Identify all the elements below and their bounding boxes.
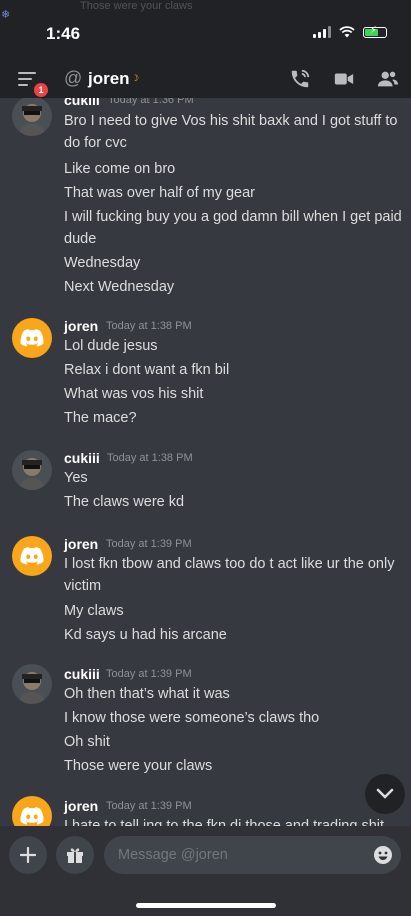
notification-ghost-text: Those were your claws: [80, 0, 193, 12]
message-author[interactable]: cukiii: [64, 98, 100, 108]
message-author[interactable]: cukiii: [64, 450, 100, 466]
message-author[interactable]: joren: [64, 798, 98, 814]
discord-logo-icon: [20, 329, 44, 347]
message-line: Kd says u had his arcane: [64, 627, 227, 643]
avatar[interactable]: [12, 98, 52, 136]
message-timestamp: Today at 1:38 PM: [106, 320, 192, 332]
discord-logo-icon: [20, 547, 44, 565]
message-line: What was vos his shit: [64, 386, 204, 402]
add-attachment-button[interactable]: [9, 836, 47, 874]
battery-icon: ⚡: [363, 25, 387, 38]
message-group: joren Today at 1:39 PM I lost fkn tbow a…: [0, 536, 411, 651]
message-group: joren Today at 1:39 PM I hate to tell in…: [0, 796, 411, 826]
message-author[interactable]: joren: [64, 536, 98, 552]
avatar[interactable]: [12, 664, 52, 704]
gift-icon: [67, 848, 83, 863]
message-line: Relax i dont want a fkn bil: [64, 362, 230, 378]
status-icons: ⚡: [313, 25, 387, 38]
phone-call-icon[interactable]: [289, 68, 311, 90]
message-line: Bro I need to give Vos his shit baxk and…: [64, 113, 398, 151]
message-author[interactable]: cukiii: [64, 666, 100, 682]
message-timestamp: Today at 1:39 PM: [106, 538, 192, 550]
avatar[interactable]: [12, 450, 52, 490]
message-line: That was over half of my gear: [64, 185, 255, 201]
message-line: The mace?: [64, 410, 137, 426]
avatar[interactable]: [12, 796, 52, 826]
message-timestamp: Today at 1:38 PM: [107, 452, 193, 464]
video-camera-icon[interactable]: [333, 68, 355, 90]
channel-header: 1 @ joren ☽: [0, 62, 411, 99]
avatar[interactable]: [12, 318, 52, 358]
discord-logo-icon: [20, 807, 44, 825]
message-line: Yes: [64, 470, 88, 486]
message-line: Next Wednesday: [64, 279, 175, 295]
message-line: Wednesday: [64, 255, 141, 271]
cellular-signal-icon: [313, 26, 331, 38]
gift-button[interactable]: [56, 836, 94, 874]
message-line: I know those were someone’s claws tho: [64, 710, 320, 726]
message-line: The claws were kd: [64, 494, 185, 510]
message-line: Like come on bro: [64, 161, 176, 177]
message-composer: [0, 826, 411, 916]
corner-glyph: ❄: [1, 9, 11, 21]
at-icon: @: [64, 68, 83, 88]
message-line: Those were your claws: [64, 758, 213, 774]
message-line: My claws: [64, 603, 124, 619]
status-time: 1:46: [46, 24, 81, 43]
avatar[interactable]: [12, 536, 52, 576]
message-list[interactable]: cukiii Today at 1:36 PM Bro I need to gi…: [0, 98, 411, 826]
message-input[interactable]: [104, 836, 401, 874]
menu-button[interactable]: 1: [18, 70, 50, 99]
message-author[interactable]: joren: [64, 318, 98, 334]
message-line: Lol dude jesus: [64, 338, 158, 354]
message-timestamp: Today at 1:39 PM: [106, 668, 192, 680]
message-line: I will fucking buy you a god damn bill w…: [64, 209, 402, 247]
message-line: I hate to tell ing to the fkn di those a…: [64, 818, 385, 826]
message-group: cukiii Today at 1:39 PM Oh then that’s w…: [0, 664, 411, 779]
wifi-icon: [339, 26, 355, 38]
message-line: Oh then that’s what it was: [64, 686, 230, 702]
message-timestamp: Today at 1:39 PM: [106, 800, 192, 812]
message-group: cukiii Today at 1:38 PM Yes The claws we…: [0, 450, 411, 520]
message-group: joren Today at 1:38 PM Lol dude jesus Re…: [0, 318, 411, 433]
home-indicator: [136, 903, 276, 908]
idle-status-icon: ☽: [131, 73, 140, 83]
scroll-to-bottom-button[interactable]: [365, 774, 405, 814]
chevron-down-icon: [376, 788, 394, 799]
message-line: Oh shit: [64, 734, 110, 750]
notification-badge: 1: [32, 81, 50, 99]
channel-title: joren: [88, 69, 130, 88]
plus-icon: [20, 847, 36, 863]
members-icon[interactable]: [377, 68, 399, 90]
message-line: I lost fkn tbow and claws too do t act l…: [64, 556, 395, 594]
emoji-icon[interactable]: [373, 845, 393, 865]
status-bar: ❄ Those were your claws 1:46 ⚡: [0, 0, 411, 62]
header-actions: [289, 68, 399, 90]
message-timestamp: Today at 1:36 PM: [108, 98, 194, 106]
message-group: cukiii Today at 1:36 PM Bro I need to gi…: [0, 98, 411, 298]
